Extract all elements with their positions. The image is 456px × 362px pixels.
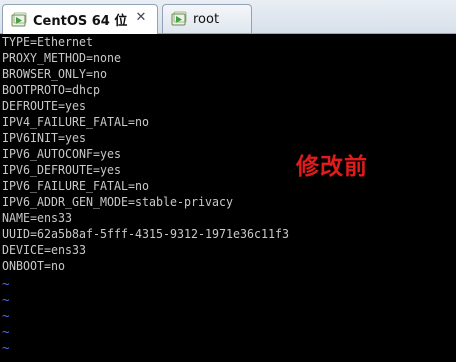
vm-play-icon: [171, 11, 187, 27]
empty-line-tilde: ~: [2, 276, 10, 291]
terminal-line: BROWSER_ONLY=no: [2, 66, 107, 81]
terminal-line: NAME=ens33: [2, 210, 72, 225]
terminal-line: DEFROUTE=yes: [2, 98, 86, 113]
empty-line-tilde: ~: [2, 308, 10, 323]
empty-line-tilde: ~: [2, 292, 10, 307]
vm-play-icon: [11, 12, 27, 28]
empty-line-tilde: ~: [2, 340, 10, 355]
terminal-line: IPV6_AUTOCONF=yes: [2, 146, 121, 161]
terminal-line: BOOTPROTO=dhcp: [2, 82, 100, 97]
terminal-line: PROXY_METHOD=none: [2, 50, 121, 65]
terminal-line: IPV4_FAILURE_FATAL=no: [2, 114, 149, 129]
tab-bar: CentOS 64 位 ✕ root: [0, 0, 456, 34]
terminal-line: IPV6INIT=yes: [2, 130, 86, 145]
terminal-line: IPV6_FAILURE_FATAL=no: [2, 178, 149, 193]
terminal-line: IPV6_DEFROUTE=yes: [2, 162, 121, 177]
annotation-label: 修改前: [296, 154, 368, 180]
empty-line-tilde: ~: [2, 324, 10, 339]
tab-label: root: [193, 11, 220, 27]
tab-label: CentOS 64 位: [33, 14, 128, 29]
terminal-line: ONBOOT=no: [2, 258, 65, 273]
terminal-line: DEVICE=ens33: [2, 242, 86, 257]
terminal-line: UUID=62a5b8af-5fff-4315-9312-1971e36c11f…: [2, 226, 289, 241]
terminal-screen[interactable]: TYPE=Ethernet PROXY_METHOD=none BROWSER_ON…: [0, 34, 456, 362]
close-icon[interactable]: ✕: [133, 10, 149, 26]
terminal-line: TYPE=Ethernet: [2, 34, 93, 49]
tab-root[interactable]: root: [162, 4, 252, 33]
tab-centos[interactable]: CentOS 64 位 ✕: [2, 4, 158, 34]
terminal-line: IPV6_ADDR_GEN_MODE=stable-privacy: [2, 194, 233, 209]
